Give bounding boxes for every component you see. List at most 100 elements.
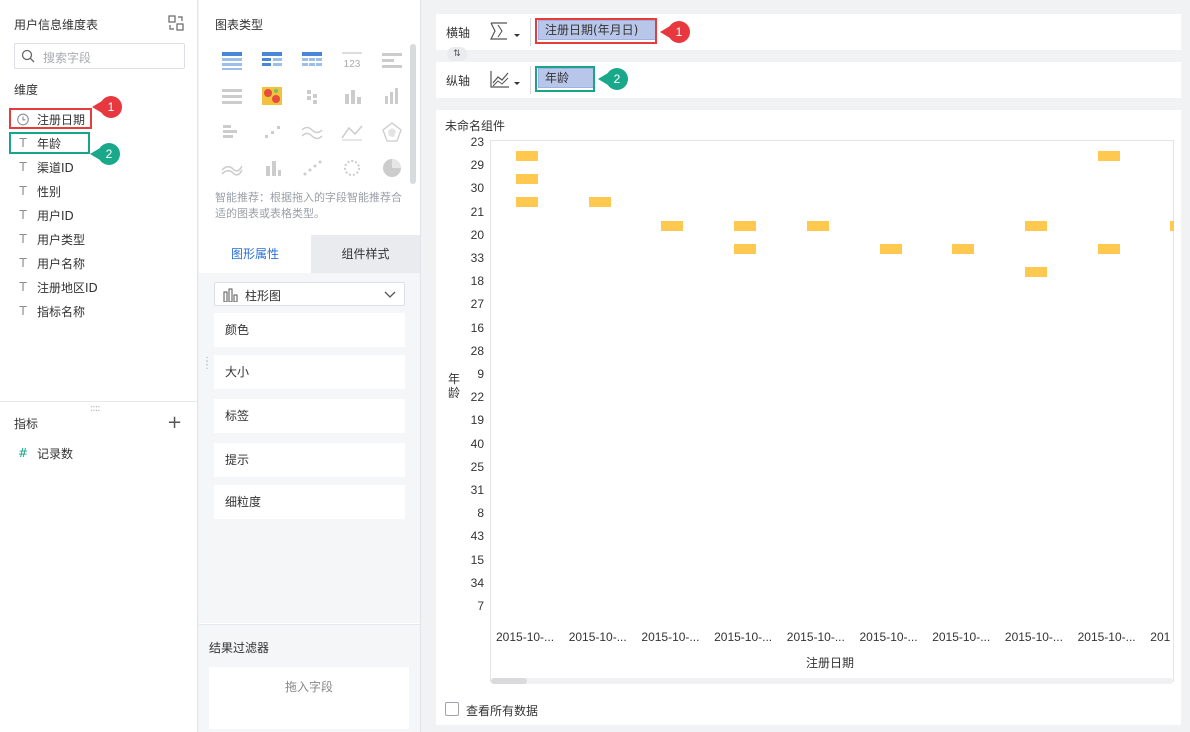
- chart-style-icon[interactable]: [488, 20, 524, 42]
- column-chart-icon: [223, 288, 238, 302]
- y-axis-row: 纵轴 年龄: [436, 62, 1181, 98]
- line-chart-icon[interactable]: [299, 120, 325, 144]
- chart-bar[interactable]: [952, 243, 975, 254]
- stacked-column-icon[interactable]: [259, 156, 285, 180]
- search-icon: [21, 49, 35, 63]
- range-area-icon[interactable]: [219, 156, 245, 180]
- area-chart-icon[interactable]: [339, 120, 365, 144]
- dimension-item[interactable]: T 渠道ID: [16, 157, 74, 177]
- chart-bar[interactable]: [1170, 220, 1174, 231]
- view-all-data-checkbox[interactable]: [445, 702, 459, 716]
- stacked-bar-icon[interactable]: [299, 84, 325, 108]
- chart-bar[interactable]: [661, 220, 684, 231]
- y-tick-label: 16: [470, 320, 484, 335]
- gantt-chart-icon[interactable]: [219, 84, 245, 108]
- tab-component-style[interactable]: 组件样式: [311, 235, 420, 273]
- text-type-icon: T: [19, 304, 27, 318]
- view-all-data-label: 查看所有数据: [466, 704, 539, 718]
- x-tick-label: 2015-10-...: [932, 630, 991, 644]
- property-color[interactable]: 颜色: [214, 313, 405, 347]
- dimension-label: 用户类型: [37, 232, 86, 247]
- chart-bar[interactable]: [516, 151, 538, 161]
- dot-plot-icon[interactable]: [299, 156, 325, 180]
- chart-bar[interactable]: [734, 243, 757, 254]
- property-granularity[interactable]: 细粒度: [214, 485, 405, 519]
- text-type-icon: T: [19, 184, 27, 198]
- tab-graphic-properties[interactable]: 图形属性: [199, 235, 311, 273]
- x-tick-label: 2015-10-...: [568, 630, 627, 644]
- detail-table-icon[interactable]: [299, 48, 325, 72]
- switch-table-icon[interactable]: [168, 15, 184, 31]
- metric-item[interactable]: # 记录数: [16, 443, 73, 463]
- dimension-item[interactable]: T 注册地区ID: [16, 277, 97, 297]
- property-tooltip[interactable]: 提示: [214, 443, 405, 477]
- app-root: 用户信息维度表 搜索字段 维度 注册日期 T 年龄 T 渠道ID T 性别 T 用户ID…: [0, 0, 1190, 732]
- dimension-label: 渠道ID: [37, 160, 74, 175]
- axis-separator: [530, 66, 531, 94]
- heatmap-chart-icon[interactable]: [259, 84, 285, 108]
- x-axis-label: 横轴: [446, 26, 471, 40]
- chart-bar[interactable]: [588, 197, 611, 208]
- y-tick-label: 30: [470, 181, 484, 196]
- swap-axes-icon[interactable]: ⇅: [447, 47, 467, 61]
- chart-bar[interactable]: [734, 220, 757, 231]
- text-type-icon: T: [19, 160, 27, 174]
- chart-type-value: 柱形图: [245, 289, 282, 303]
- highlight-box-green: [535, 66, 595, 92]
- pie-chart-icon[interactable]: [379, 156, 405, 180]
- property-tabs: 图形属性 组件样式: [199, 235, 420, 273]
- add-metric-icon[interactable]: +: [167, 412, 182, 433]
- radar-chart-icon[interactable]: [379, 120, 405, 144]
- dimension-label: 指标名称: [37, 304, 86, 319]
- dimension-item[interactable]: T 用户名称: [16, 253, 85, 273]
- chart-bar[interactable]: [1024, 220, 1047, 231]
- chart-bar[interactable]: [1024, 267, 1047, 277]
- y-tick-label: 25: [470, 459, 484, 474]
- column-chart-icon[interactable]: [339, 84, 365, 108]
- y-tick-label: 29: [470, 158, 484, 173]
- scatter-chart-icon[interactable]: [259, 120, 285, 144]
- dimension-label: 性别: [37, 184, 62, 199]
- table-chart-icon[interactable]: [219, 48, 245, 72]
- resize-handle-icon[interactable]: ::::: [90, 403, 101, 414]
- property-size[interactable]: 大小: [214, 355, 405, 389]
- dimension-item[interactable]: T 用户ID: [16, 205, 73, 225]
- text-type-icon: T: [19, 280, 27, 294]
- chart-bar[interactable]: [879, 243, 902, 254]
- grouped-column-icon[interactable]: [379, 84, 405, 108]
- property-label[interactable]: 标签: [214, 399, 405, 433]
- chart-type-scrollbar[interactable]: [410, 44, 416, 184]
- axis-separator: [530, 18, 531, 46]
- filter-drop-zone[interactable]: 拖入字段: [209, 667, 409, 729]
- field-search[interactable]: 搜索字段: [14, 43, 185, 69]
- bar-chart-icon[interactable]: [219, 120, 245, 144]
- dimension-item[interactable]: T 性别: [16, 181, 61, 201]
- dimension-item[interactable]: T 指标名称: [16, 301, 85, 321]
- x-tick-label: 2015-10-...: [859, 630, 918, 644]
- bubble-chart-icon[interactable]: [339, 156, 365, 180]
- chart-bar[interactable]: [516, 174, 538, 185]
- chart-bar[interactable]: [1097, 243, 1120, 254]
- chart-type-select[interactable]: 柱形图: [214, 282, 405, 306]
- line-chart-style-icon[interactable]: [488, 68, 524, 90]
- y-tick-label: 18: [470, 274, 484, 289]
- y-tick-label: 21: [470, 204, 484, 219]
- chart-scroll-thumb[interactable]: [491, 678, 527, 684]
- y-axis-title: 年龄: [448, 372, 461, 400]
- y-axis-label: 纵轴: [446, 74, 471, 88]
- chart-bar[interactable]: [516, 197, 538, 208]
- highlight-box-green: [9, 132, 90, 154]
- annotation-marker-1: 1: [92, 96, 122, 118]
- list-chart-icon[interactable]: [379, 48, 405, 72]
- plot-area: [490, 140, 1174, 682]
- chart-bar[interactable]: [806, 220, 829, 231]
- y-tick-label: 33: [470, 251, 484, 265]
- chart-bar[interactable]: [1097, 151, 1120, 161]
- kpi-number-icon[interactable]: 123: [339, 48, 365, 72]
- chart-scroll-track: [491, 678, 1173, 684]
- component-name[interactable]: 未命名组件: [445, 117, 505, 134]
- panel-resize-grip[interactable]: ⋮ ⋮: [202, 357, 212, 371]
- dimension-label: 用户名称: [37, 256, 86, 271]
- crosstab-chart-icon[interactable]: [259, 48, 285, 72]
- dimension-item[interactable]: T 用户类型: [16, 229, 85, 249]
